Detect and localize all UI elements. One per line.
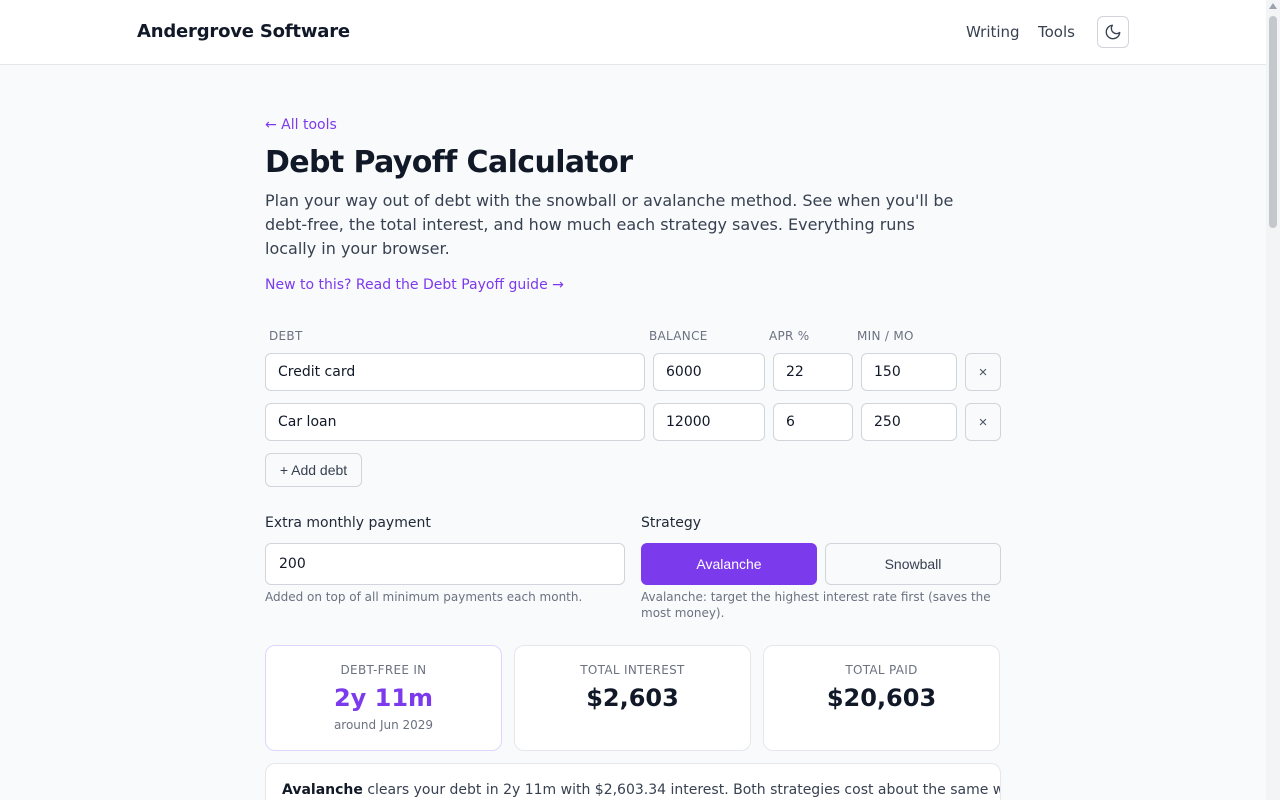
summary-text: clears your debt in 2y 11m with $2,603.3…: [362, 782, 1001, 798]
column-header-min: MIN / MO: [857, 329, 914, 343]
stat-card-total-paid: TOTAL PAID $20,603: [763, 645, 1000, 751]
stat-card-total-interest: TOTAL INTEREST $2,603: [514, 645, 751, 751]
page-scrollbar[interactable]: [1266, 0, 1280, 800]
debt-apr-input[interactable]: 22: [773, 353, 853, 391]
debt-apr-input[interactable]: 6: [773, 403, 853, 441]
stat-value: 2y 11m: [333, 684, 434, 712]
column-header-balance: BALANCE: [649, 329, 708, 343]
guide-link[interactable]: New to this? Read the Debt Payoff guide …: [265, 277, 564, 293]
moon-icon: [1105, 24, 1121, 40]
scrollbar-thumb[interactable]: [1269, 16, 1277, 228]
remove-debt-button[interactable]: ×: [965, 353, 1001, 391]
extra-payment-hint: Added on top of all minimum payments eac…: [265, 590, 583, 604]
stat-value: $2,603: [586, 684, 679, 712]
column-header-apr: APR %: [769, 329, 810, 343]
strategy-avalanche-button[interactable]: Avalanche: [641, 543, 817, 585]
strategy-label: Strategy: [641, 515, 701, 531]
debt-min-input[interactable]: 250: [861, 403, 957, 441]
top-navbar: Andergrove Software Writing Tools: [0, 0, 1266, 65]
back-to-all-tools-link[interactable]: ← All tools: [265, 117, 337, 133]
debt-balance-input[interactable]: 6000: [653, 353, 765, 391]
debt-name-input[interactable]: Car loan: [265, 403, 645, 441]
stat-label: TOTAL INTEREST: [580, 663, 685, 677]
page-title: Debt Payoff Calculator: [265, 145, 633, 180]
extra-payment-input[interactable]: 200: [265, 543, 625, 585]
strategy-summary: Avalanche clears your debt in 2y 11m wit…: [265, 763, 1001, 800]
debt-balance-input[interactable]: 12000: [653, 403, 765, 441]
stat-label: DEBT-FREE IN: [340, 663, 427, 677]
stat-subtext: around Jun 2029: [333, 718, 434, 732]
close-icon: ×: [978, 413, 988, 431]
stat-value: $20,603: [826, 684, 937, 712]
theme-toggle-button[interactable]: [1097, 16, 1129, 48]
add-debt-button[interactable]: + Add debt: [265, 453, 362, 487]
strategy-hint: Avalanche: target the highest interest r…: [641, 590, 991, 620]
remove-debt-button[interactable]: ×: [965, 403, 1001, 441]
summary-strategy-name: Avalanche: [282, 782, 363, 798]
stat-card-debt-free: DEBT-FREE IN 2y 11m around Jun 2029: [265, 645, 502, 751]
debt-name-input[interactable]: Credit card: [265, 353, 645, 391]
stat-label: TOTAL PAID: [845, 663, 918, 677]
strategy-snowball-button[interactable]: Snowball: [825, 543, 1001, 585]
nav-link-writing[interactable]: Writing: [966, 23, 1020, 41]
brand-logo-text[interactable]: Andergrove Software: [137, 21, 350, 42]
nav-link-tools[interactable]: Tools: [1038, 23, 1075, 41]
page-description: Plan your way out of debt with the snowb…: [265, 191, 954, 258]
extra-payment-label: Extra monthly payment: [265, 515, 431, 531]
debt-min-input[interactable]: 150: [861, 353, 957, 391]
column-header-debt: DEBT: [269, 329, 303, 343]
close-icon: ×: [978, 363, 988, 381]
scroll-up-arrow-icon[interactable]: [1269, 3, 1277, 9]
